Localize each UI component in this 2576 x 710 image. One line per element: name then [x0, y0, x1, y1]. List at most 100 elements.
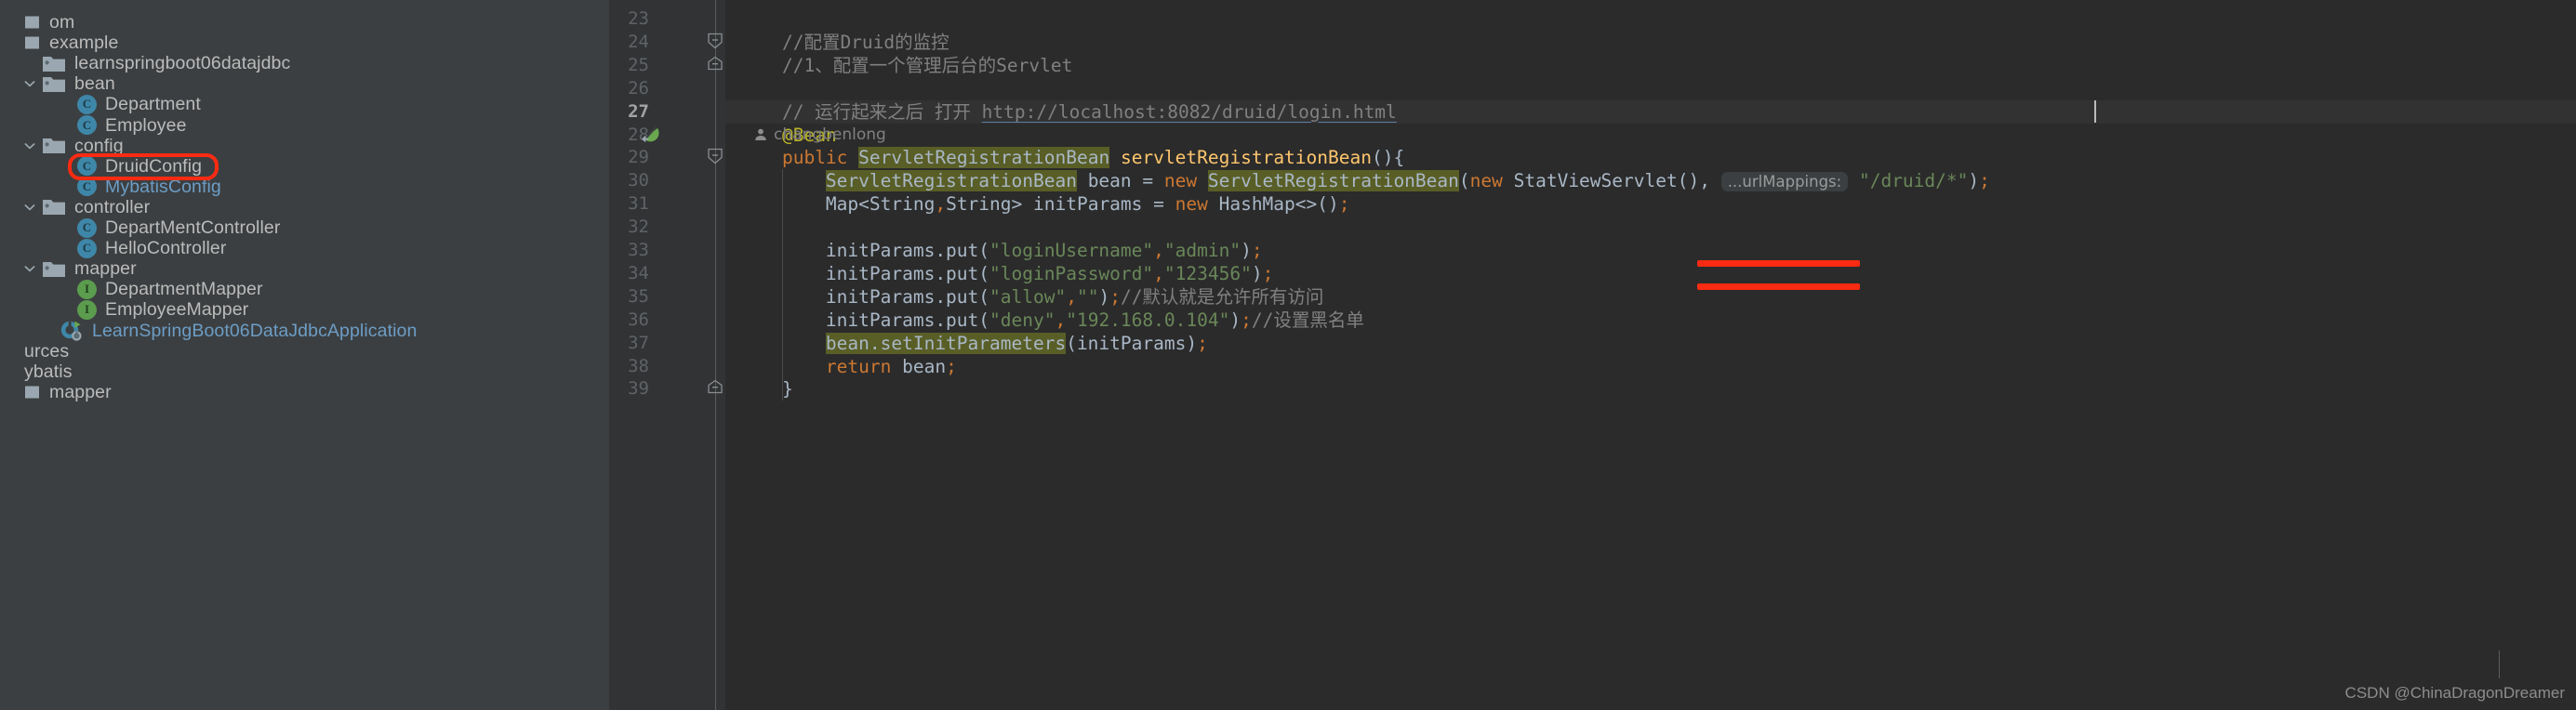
package-square-icon [25, 36, 39, 49]
folder-icon [42, 54, 66, 73]
tree-item-label: mapper [49, 381, 112, 402]
tree-item-departmentmapper[interactable]: I DepartmentMapper [57, 279, 263, 299]
code-editor[interactable]: 23 24 25 26 27 28 29 30 31 32 33 34 35 36 37 38 39 [609, 0, 2576, 710]
code-line-35[interactable]: initParams.put("allow","");//默认就是允许所有访问 [738, 285, 1324, 309]
tree-item-label: learnspringboot06datajdbc [74, 53, 291, 74]
fold-marker-icon[interactable] [707, 33, 724, 50]
code-line-24[interactable]: //配置Druid的监控 [738, 31, 949, 54]
tree-item-urces[interactable]: urces [4, 341, 69, 362]
project-tree-panel[interactable]: om example learnspringboot06datajdbc bea… [0, 0, 609, 710]
line-number[interactable]: 38 [593, 355, 649, 378]
interface-icon: I [77, 299, 97, 320]
tree-item-employee[interactable]: C Employee [57, 115, 187, 136]
tree-item-departmentcontroller[interactable]: C DepartMentController [57, 217, 280, 238]
tree-item-om[interactable]: om [4, 12, 74, 33]
tree-item-ybatis[interactable]: ybatis [4, 362, 73, 382]
code-line-36[interactable]: initParams.put("deny","192.168.0.104");/… [738, 309, 1364, 332]
tree-item-controller[interactable]: controller [21, 197, 150, 217]
tree-item-label: config [74, 135, 124, 156]
tree-item-hellocontroller[interactable]: C HelloController [57, 238, 226, 258]
class-icon: C [77, 115, 97, 135]
spring-app-icon [60, 320, 84, 342]
editor-gutter[interactable]: 23 24 25 26 27 28 29 30 31 32 33 34 35 36 37 38 39 [609, 0, 758, 710]
tree-item-label: bean [74, 73, 115, 95]
tree-item-learnspringboot06datajdbc[interactable]: learnspringboot06datajdbc [21, 53, 290, 73]
package-icon [24, 14, 41, 31]
tree-item-label: Employee [105, 114, 187, 136]
tree-item-label: MybatisConfig [105, 176, 221, 197]
line-number[interactable]: 26 [593, 77, 649, 100]
tree-item-label: DruidConfig [105, 155, 203, 177]
line-number[interactable]: 37 [593, 332, 649, 355]
code-line-33[interactable]: initParams.put("loginUsername","admin"); [738, 239, 1263, 262]
tree-item-label: Department [105, 94, 201, 115]
class-icon: C [77, 94, 97, 114]
tree-item-employeemapper[interactable]: I EmployeeMapper [57, 299, 248, 320]
class-icon: C [77, 217, 97, 238]
fold-marker-icon[interactable] [707, 379, 724, 397]
code-line-31[interactable]: Map<String,String> initParams = new Hash… [738, 192, 1350, 216]
tree-item-druidconfig[interactable]: C DruidConfig [57, 156, 202, 177]
tree-item-label: controller [74, 196, 151, 217]
code-line-38[interactable]: return bean; [738, 355, 957, 378]
folder-icon [43, 76, 65, 92]
package-square-icon [24, 384, 41, 401]
code-line-34[interactable]: initParams.put("loginPassword","123456")… [738, 262, 1273, 285]
line-number[interactable]: 34 [593, 262, 649, 285]
tree-item-department[interactable]: C Department [57, 94, 201, 114]
package-square-icon [24, 34, 41, 51]
tree-item-mapper[interactable]: mapper [4, 382, 112, 402]
folder-icon [42, 259, 66, 279]
tree-item-learnspringboot06datajdbcapplication[interactable]: LearnSpringBoot06DataJdbcApplication [39, 321, 417, 341]
chevron-down-icon[interactable] [21, 138, 38, 154]
tree-item-mapper[interactable]: mapper [21, 258, 137, 279]
tree-item-label: HelloController [105, 238, 227, 259]
chevron-down-icon[interactable] [21, 260, 38, 277]
code-line-30[interactable]: ServletRegistrationBean bean = new Servl… [738, 169, 1990, 192]
code-line-37[interactable]: bean.setInitParameters(initParams); [738, 332, 1208, 355]
tree-item-label: DepartMentController [105, 217, 281, 238]
class-icon: C [77, 238, 97, 258]
line-number[interactable]: 25 [593, 54, 649, 77]
code-text-area[interactable]: //配置Druid的监控 //1、配置一个管理后台的Servlet // 运行起… [725, 0, 2576, 710]
line-number[interactable]: 27 [593, 100, 649, 124]
line-number[interactable]: 30 [593, 169, 649, 192]
folder-icon [42, 74, 66, 94]
person-icon [755, 128, 766, 141]
line-number[interactable]: 33 [593, 239, 649, 262]
line-number[interactable]: 39 [593, 377, 649, 401]
tree-item-config[interactable]: config [21, 136, 124, 156]
chevron-down-icon[interactable] [21, 199, 38, 216]
code-line-39[interactable]: } [738, 377, 793, 401]
line-number[interactable]: 24 [593, 31, 649, 54]
class-icon: C [77, 156, 97, 177]
line-number[interactable]: 35 [593, 285, 649, 309]
fold-marker-icon[interactable] [707, 56, 724, 73]
line-number[interactable]: 23 [593, 7, 649, 31]
interface-icon: I [77, 279, 97, 299]
tree-item-mybatisconfig[interactable]: C MybatisConfig [57, 177, 221, 197]
spring-bean-gutter-icon[interactable] [639, 123, 663, 151]
code-line-25[interactable]: //1、配置一个管理后台的Servlet [738, 54, 1072, 77]
chevron-down-icon[interactable] [21, 75, 38, 92]
fold-marker-icon[interactable] [707, 148, 724, 165]
red-underline-annotation [1697, 283, 1860, 290]
code-line-27[interactable]: // 运行起来之后 打开 http://localhost:8082/druid… [738, 100, 1397, 124]
code-line-29[interactable]: public ServletRegistrationBean servletRe… [738, 146, 1404, 169]
line-number[interactable]: 32 [593, 216, 649, 239]
folder-icon [43, 56, 65, 72]
line-number[interactable]: 36 [593, 309, 649, 332]
fold-guide-line [715, 0, 716, 710]
tree-item-example[interactable]: example [4, 33, 118, 53]
line-number[interactable]: 31 [593, 192, 649, 216]
tree-item-bean[interactable]: bean [21, 73, 115, 94]
